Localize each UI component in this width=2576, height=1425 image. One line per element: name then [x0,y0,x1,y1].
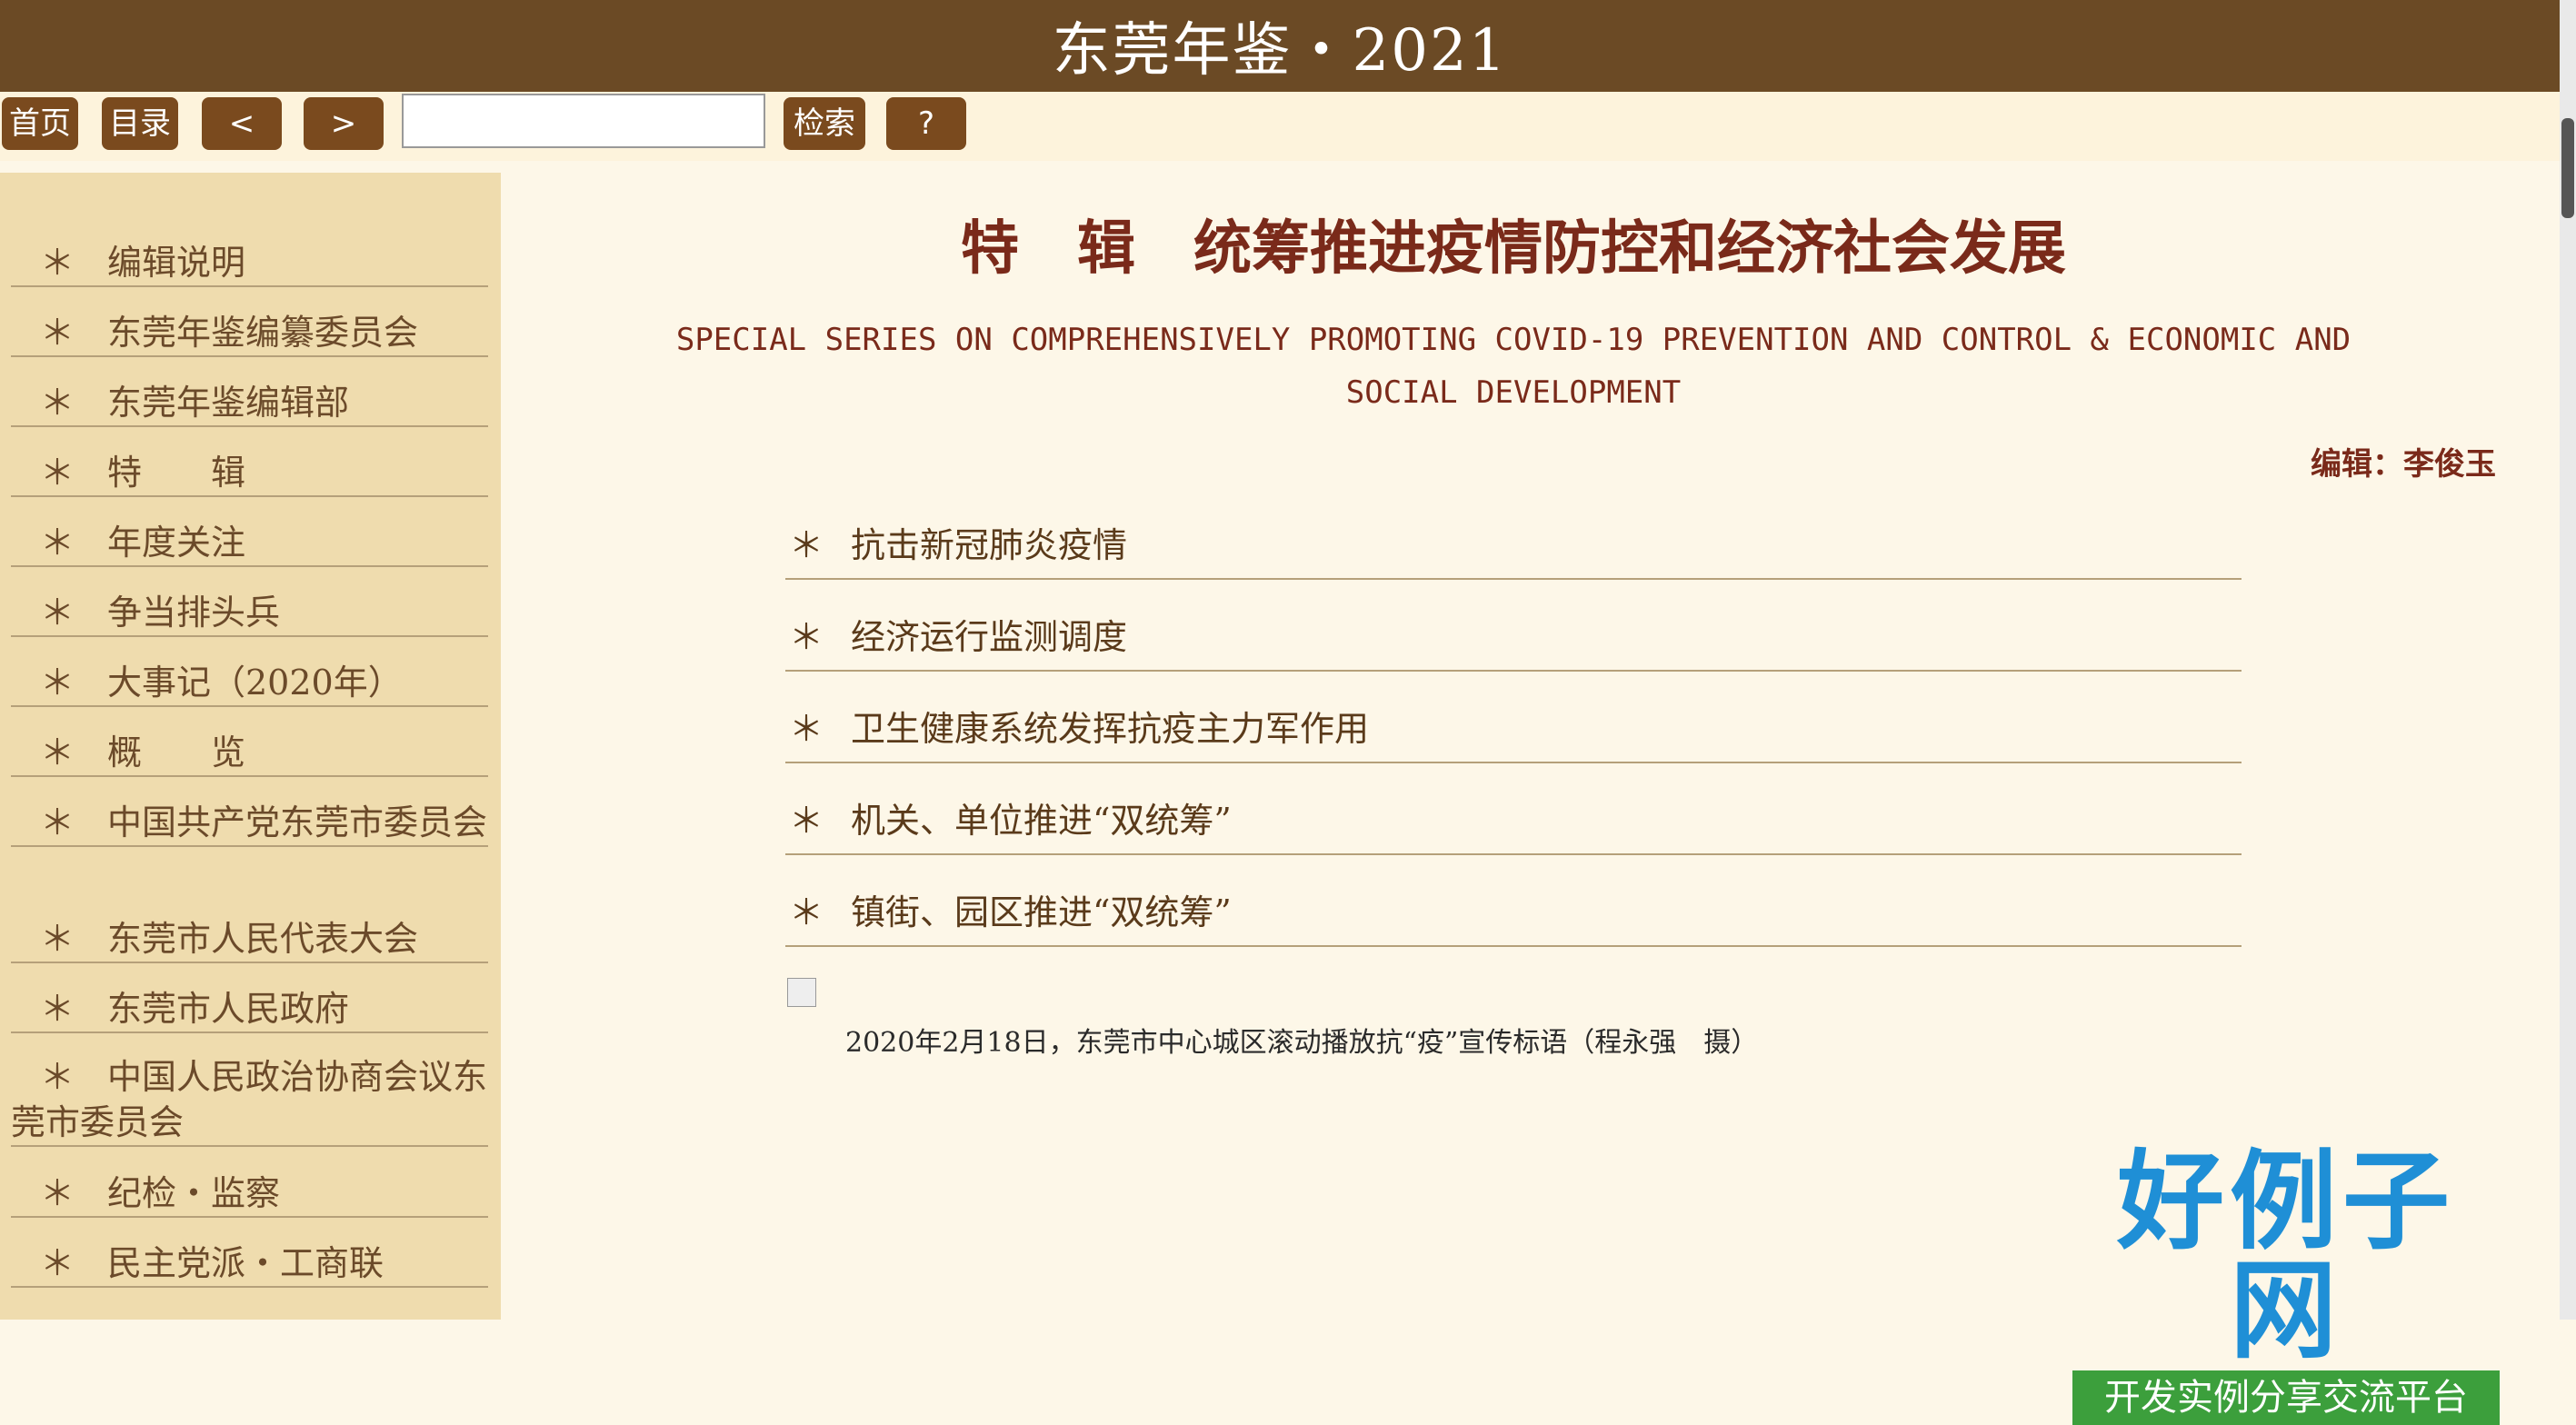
sidebar-item-label: 纪检・监察 [107,1173,281,1213]
star-icon: ＊ [789,801,824,841]
star-icon: ＊ [40,243,75,283]
sidebar-item-label: 概 览 [107,732,246,772]
star-icon: ＊ [789,892,824,932]
sidebar-item-chronicle[interactable]: ＊ 大事记（2020年） [11,660,488,707]
topic-label: 经济运行监测调度 [851,617,1128,657]
image-caption: 2020年2月18日，东莞市中心城区滚动播放抗“疫”宣传标语（程永强 摄） [845,1027,1759,1059]
star-icon: ＊ [40,523,75,563]
topic-link-towns-parks[interactable]: ＊ 镇街、园区推进“双统筹” [785,883,2242,947]
star-icon: ＊ [40,1057,75,1097]
topic-link-agencies[interactable]: ＊ 机关、单位推进“双统筹” [785,792,2242,855]
star-icon: ＊ [40,663,75,703]
sidebar-item-label: 东莞市人民政府 [107,989,350,1029]
topic-label: 镇街、园区推进“双统筹” [851,892,1232,932]
topic-label: 卫生健康系统发挥抗疫主力军作用 [851,709,1370,749]
sidebar-item-label: 编辑说明 [107,243,246,283]
star-icon: ＊ [789,617,824,657]
contents-button[interactable]: 目录 [102,97,178,150]
section-subtitle: SPECIAL SERIES ON COMPREHENSIVELY PROMOT… [675,322,2351,411]
sidebar: ＊ 编辑说明 ＊ 东莞年鉴编纂委员会 ＊ 东莞年鉴编辑部 ＊ 特 辑 ＊ 年度关注 ＊ 争当… [0,173,501,1320]
sidebar-item-discipline[interactable]: ＊ 纪检・监察 [11,1171,488,1218]
star-icon: ＊ [40,1173,75,1213]
search-input[interactable] [402,94,765,148]
topic-link-covid-fight[interactable]: ＊ 抗击新冠肺炎疫情 [785,516,2242,580]
star-icon: ＊ [40,919,75,959]
star-icon: ＊ [40,383,75,423]
section-title: 特 辑 统筹推进疫情防控和经济社会发展 [961,214,2066,283]
sidebar-item-label: 东莞市人民代表大会 [107,919,419,959]
star-icon: ＊ [40,989,75,1029]
prev-button[interactable]: < [202,97,282,150]
sidebar-item-democratic-parties[interactable]: ＊ 民主党派・工商联 [11,1241,488,1288]
star-icon: ＊ [789,709,824,749]
sidebar-item-committee[interactable]: ＊ 东莞年鉴编纂委员会 [11,310,488,357]
next-button[interactable]: > [304,97,384,150]
star-icon: ＊ [40,802,75,842]
sidebar-item-special[interactable]: ＊ 特 辑 [11,450,488,497]
logo-tagline: 开发实例分享交流平台 [2072,1370,2500,1425]
sidebar-item-vanguard[interactable]: ＊ 争当排头兵 [11,590,488,637]
sidebar-item-cppcc[interactable]: ＊中国人民政治协商会议东莞市委员会 [11,1054,488,1147]
logo-text: 好例子网 [2116,1139,2455,1373]
sidebar-item-label: 年度关注 [107,523,246,563]
sidebar-item-label: 大事记（2020年） [107,663,403,703]
sidebar-item-government[interactable]: ＊ 东莞市人民政府 [11,986,488,1033]
sidebar-item-label: 特 辑 [107,453,246,493]
page-title: 东莞年鉴・2021 [1052,17,1508,85]
sidebar-item-label: 民主党派・工商联 [107,1243,384,1283]
star-icon: ＊ [40,1243,75,1283]
topic-link-health-system[interactable]: ＊ 卫生健康系统发挥抗疫主力军作用 [785,700,2242,763]
topic-label: 抗击新冠肺炎疫情 [851,525,1128,565]
star-icon: ＊ [40,313,75,353]
sidebar-item-editorial-notes[interactable]: ＊ 编辑说明 [11,240,488,287]
editor-credit: 编辑：李俊玉 [2311,446,2496,483]
watermark-logo: 好例子网 开发实例分享交流平台 [2072,1147,2500,1425]
sidebar-item-party-committee[interactable]: ＊ 中国共产党东莞市委员会 [11,800,488,847]
sidebar-item-peoples-congress[interactable]: ＊ 东莞市人民代表大会 [11,916,488,963]
star-icon: ＊ [40,732,75,772]
sidebar-item-label: 争当排头兵 [107,593,281,633]
star-icon: ＊ [40,593,75,633]
sidebar-item-editorial-dept[interactable]: ＊ 东莞年鉴编辑部 [11,380,488,427]
star-icon: ＊ [40,453,75,493]
scrollbar-thumb[interactable] [2561,118,2574,218]
sidebar-item-label: 东莞年鉴编辑部 [107,383,350,423]
topic-link-economic-monitoring[interactable]: ＊ 经济运行监测调度 [785,608,2242,672]
sidebar-item-label: 东莞年鉴编纂委员会 [107,313,419,353]
search-button[interactable]: 检索 [784,97,865,150]
sidebar-item-annual-focus[interactable]: ＊ 年度关注 [11,520,488,567]
broken-image-icon [787,978,816,1007]
app-header: 东莞年鉴・2021 [0,0,2560,92]
topic-label: 机关、单位推进“双统筹” [851,801,1232,841]
toolbar: 首页 目录 < > 检索 ? [0,92,2560,161]
sidebar-item-overview[interactable]: ＊ 概 览 [11,730,488,777]
home-button[interactable]: 首页 [2,97,78,150]
sidebar-item-label: 中国共产党东莞市委员会 [107,802,488,842]
help-button[interactable]: ? [886,97,966,150]
star-icon: ＊ [789,525,824,565]
